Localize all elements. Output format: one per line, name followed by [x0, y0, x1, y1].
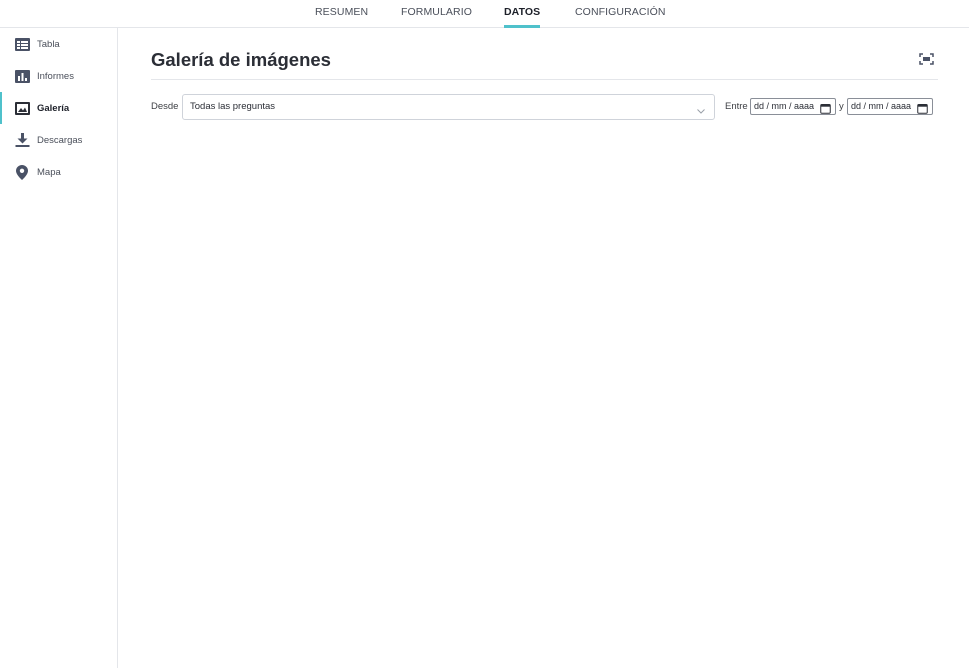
- end-date-input[interactable]: dd / mm / aaaa: [847, 98, 933, 115]
- bar-chart-icon: [14, 68, 30, 84]
- sidebar-item-mapa[interactable]: Mapa: [0, 156, 117, 188]
- fullscreen-button[interactable]: [918, 53, 934, 69]
- calendar-icon[interactable]: [820, 101, 831, 114]
- table-icon: [14, 36, 30, 52]
- fullscreen-icon: [918, 52, 934, 70]
- sidebar-item-informes[interactable]: Informes: [0, 60, 117, 92]
- question-select-value: Todas las preguntas: [190, 101, 276, 112]
- sidebar-item-tabla[interactable]: Tabla: [0, 28, 117, 60]
- start-date-placeholder: dd / mm / aaaa: [754, 101, 815, 111]
- page-title: Galería de imágenes: [151, 49, 331, 70]
- end-date-placeholder: dd / mm / aaaa: [851, 101, 912, 111]
- top-tab-bar: RESUMEN FORMULARIO DATOS CONFIGURACIÓN: [0, 0, 969, 28]
- download-icon: [14, 132, 30, 148]
- tab-configuracion[interactable]: CONFIGURACIÓN: [575, 0, 666, 28]
- chevron-down-icon: [696, 103, 706, 114]
- sidebar-item-label: Tabla: [37, 38, 60, 50]
- and-label: y: [839, 101, 844, 112]
- question-select[interactable]: Todas las preguntas: [182, 94, 715, 120]
- tab-datos[interactable]: DATOS: [504, 0, 541, 28]
- sidebar-item-label: Descargas: [37, 134, 83, 146]
- title-divider: [151, 79, 938, 80]
- sidebar-item-label: Mapa: [37, 166, 61, 178]
- map-pin-icon: [14, 164, 30, 180]
- from-label: Desde: [151, 101, 179, 112]
- sidebar-item-descargas[interactable]: Descargas: [0, 124, 117, 156]
- sidebar-item-label: Informes: [37, 70, 74, 82]
- start-date-input[interactable]: dd / mm / aaaa: [750, 98, 836, 115]
- sidebar-item-label: Galería: [37, 102, 70, 114]
- calendar-icon[interactable]: [917, 101, 928, 114]
- between-label: Entre: [725, 101, 748, 112]
- sidebar-item-galeria[interactable]: Galería: [0, 92, 117, 124]
- sidebar: Tabla Informes Galería Descargas Mapa: [0, 28, 118, 668]
- tab-formulario[interactable]: FORMULARIO: [401, 0, 472, 28]
- tab-resumen[interactable]: RESUMEN: [315, 0, 368, 28]
- image-icon: [14, 100, 30, 116]
